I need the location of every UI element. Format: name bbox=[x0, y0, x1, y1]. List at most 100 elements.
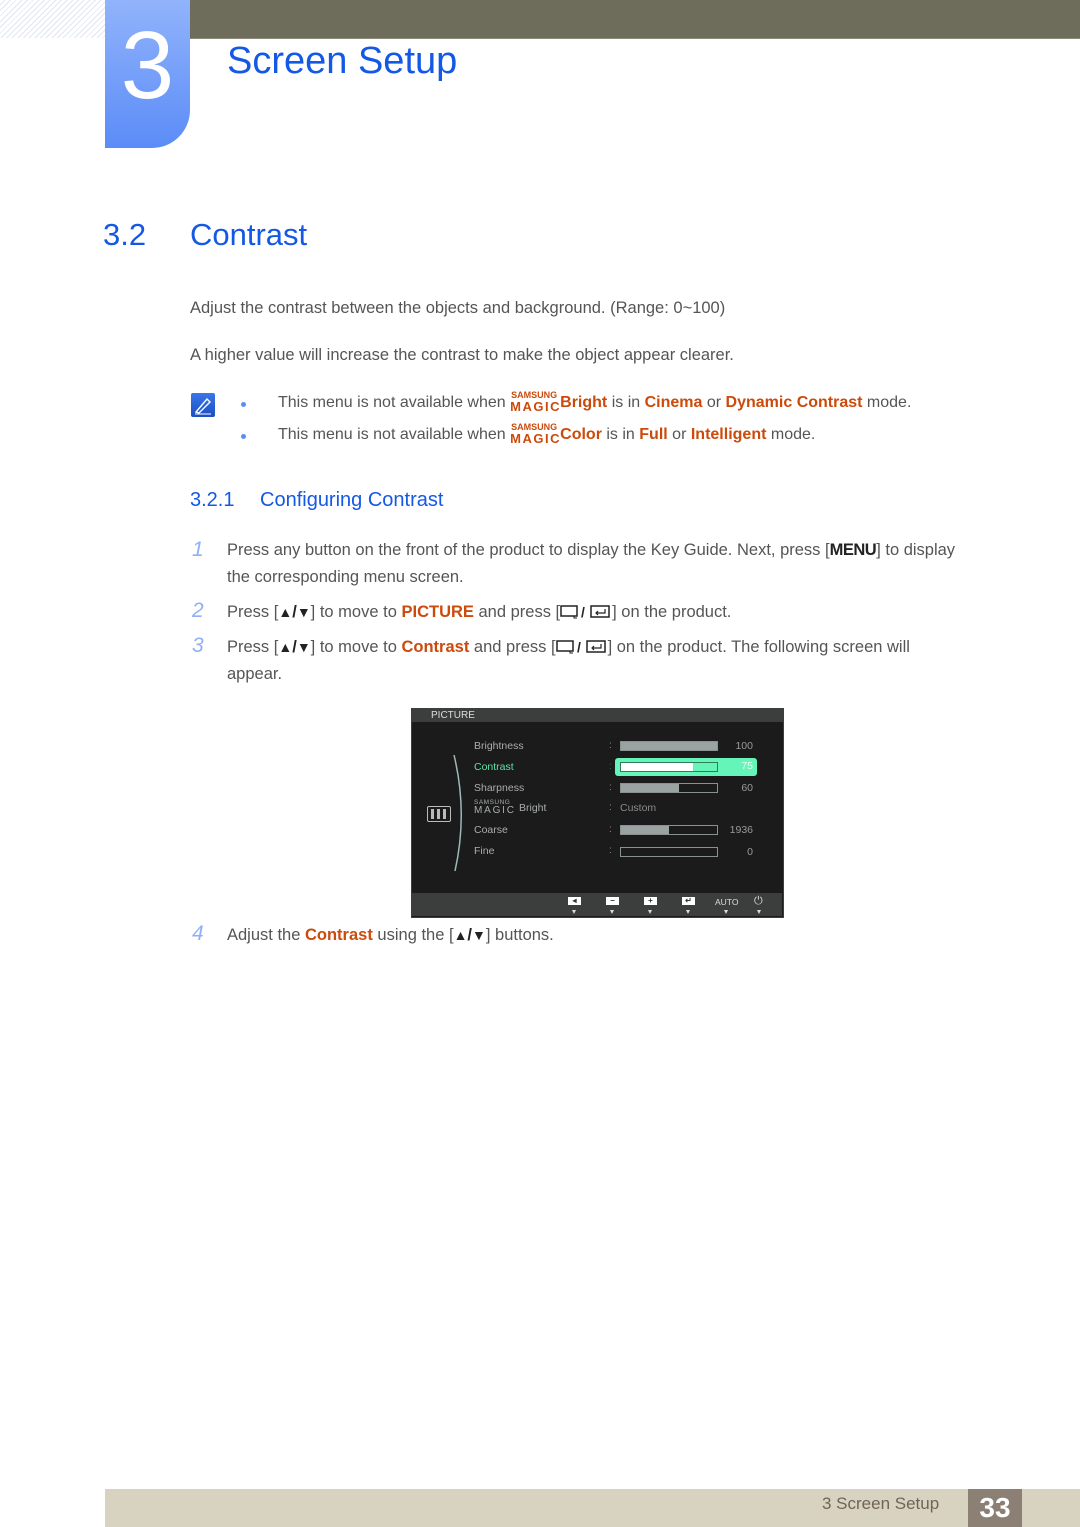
menu-key-label: MENU bbox=[829, 541, 877, 559]
down-arrow-icon: ▼ bbox=[296, 604, 311, 620]
osd-item-coarse: Coarse bbox=[474, 824, 508, 836]
step-text-part: ] on the product. bbox=[612, 603, 732, 621]
minus-icon: − bbox=[606, 897, 619, 905]
bullet-dot bbox=[241, 434, 246, 439]
osd-item-contrast: Contrast bbox=[474, 761, 514, 773]
left-arrow-icon: ◂ bbox=[568, 897, 581, 905]
osd-item-brightness: Brightness bbox=[474, 740, 524, 752]
section-title: Contrast bbox=[190, 217, 308, 252]
step-text: Press [▲ / ▼] to move to PICTURE and press… bbox=[227, 603, 731, 625]
picture-menu-icon bbox=[427, 806, 451, 822]
osd-colon: : bbox=[609, 824, 612, 835]
samsung-magic-logo: SAMSUNG MAGIC bbox=[510, 390, 561, 414]
down-arrow-icon: ▼ bbox=[296, 639, 311, 655]
up-arrow-icon: ▲ bbox=[453, 927, 468, 943]
step-text-part: and press [ bbox=[478, 603, 561, 621]
note-text: or bbox=[706, 394, 722, 411]
step-text-part: using the [ bbox=[377, 926, 454, 944]
up-arrow-icon: ▲ bbox=[278, 604, 293, 620]
svg-text:/: / bbox=[577, 639, 581, 655]
note-item: This menu is not available when SAMSUNG M… bbox=[278, 422, 816, 446]
step-text: Press [▲ / ▼] to move to Contrast and pres… bbox=[227, 638, 910, 660]
step-text-continued: the corresponding menu screen. bbox=[227, 568, 464, 586]
section-number: 3.2 bbox=[103, 217, 147, 252]
down-pointer-icon bbox=[686, 910, 690, 914]
power-icon: ⏻ bbox=[754, 895, 763, 907]
samsung-magic-logo: SAMSUNG MAGIC bbox=[510, 422, 561, 446]
source-enter-key-icon: / bbox=[560, 604, 612, 625]
bar-fill bbox=[621, 826, 669, 834]
sharpness-bar bbox=[620, 783, 718, 793]
step-text-continued: appear. bbox=[227, 665, 283, 683]
mode-name: Full bbox=[639, 426, 668, 443]
note-text: This menu is not available when bbox=[278, 426, 506, 443]
osd-colon: : bbox=[609, 761, 612, 772]
bar-fill bbox=[621, 763, 693, 771]
svg-text:/: / bbox=[581, 604, 585, 620]
fine-bar bbox=[620, 847, 718, 857]
fine-value: 0 bbox=[747, 846, 753, 858]
osd-arc-decoration bbox=[453, 754, 462, 872]
step-text-part: ] to move to bbox=[310, 638, 397, 656]
brightness-bar bbox=[620, 741, 718, 751]
page-number: 33 bbox=[968, 1489, 1022, 1527]
magic-bright-value: Custom bbox=[620, 802, 657, 814]
note-text: or bbox=[672, 426, 687, 443]
header-bar bbox=[190, 0, 1080, 39]
note-text: mode. bbox=[866, 394, 912, 411]
osd-item-sharpness: Sharpness bbox=[474, 782, 525, 794]
feature-name: Color bbox=[560, 426, 602, 443]
subsection-number: 3.2.1 bbox=[190, 489, 235, 511]
footer-section-label: 3 Screen Setup bbox=[822, 1494, 940, 1513]
osd-item-fine: Fine bbox=[474, 845, 495, 857]
magic-big-text: MAGIC bbox=[474, 805, 516, 816]
down-arrow-icon: ▼ bbox=[472, 927, 486, 943]
brightness-value: 100 bbox=[735, 740, 753, 752]
mode-name: Dynamic Contrast bbox=[725, 394, 863, 411]
up-arrow-icon: ▲ bbox=[278, 639, 293, 655]
description-paragraph: A higher value will increase the contras… bbox=[190, 346, 734, 364]
contrast-value: 75 bbox=[741, 760, 753, 772]
chapter-title: Screen Setup bbox=[227, 40, 458, 82]
down-pointer-icon bbox=[610, 910, 614, 914]
sharpness-value: 60 bbox=[741, 782, 753, 794]
step-number: 4 bbox=[192, 922, 204, 945]
magic-big-text: MAGIC bbox=[510, 399, 561, 414]
down-pointer-icon bbox=[648, 910, 652, 914]
feature-name: Bright bbox=[560, 394, 608, 411]
menu-target: PICTURE bbox=[401, 603, 474, 621]
coarse-bar bbox=[620, 825, 718, 835]
note-text: This menu is not available when bbox=[278, 394, 506, 411]
contrast-bar bbox=[620, 762, 718, 772]
note-pencil-icon bbox=[191, 393, 215, 417]
note-text: is in bbox=[611, 394, 641, 411]
step-text-part: and press [ bbox=[473, 638, 556, 656]
down-pointer-icon bbox=[572, 910, 576, 914]
bar-fill bbox=[621, 784, 679, 792]
chapter-badge: 3 bbox=[105, 0, 190, 148]
step-text: Adjust the Contrast using the [▲/▼] butt… bbox=[227, 926, 554, 945]
menu-target: Contrast bbox=[401, 638, 470, 656]
mode-name: Cinema bbox=[644, 394, 703, 411]
source-enter-key-icon: / bbox=[555, 639, 608, 660]
down-pointer-icon bbox=[757, 910, 761, 914]
note-item: This menu is not available when SAMSUNG M… bbox=[278, 390, 912, 414]
osd-colon: : bbox=[609, 845, 612, 856]
coarse-value: 1936 bbox=[729, 824, 753, 836]
osd-colon: : bbox=[609, 782, 612, 793]
step-text-part: ] buttons. bbox=[485, 926, 554, 944]
enter-icon: ↵ bbox=[682, 897, 695, 905]
step-text-part: Adjust the bbox=[227, 926, 301, 944]
step-text-part: ] to move to bbox=[310, 603, 397, 621]
bullet-dot bbox=[241, 402, 246, 407]
intro-paragraph: Adjust the contrast between the objects … bbox=[190, 299, 726, 317]
step-text-part: ] on the product. The following screen w… bbox=[607, 638, 910, 656]
step-text-part: Press any button on the front of the pro… bbox=[227, 541, 830, 559]
osd-title: PICTURE bbox=[431, 710, 475, 721]
step-text: Press any button on the front of the pro… bbox=[227, 541, 955, 560]
magic-big-text: MAGIC bbox=[510, 431, 561, 446]
header-hatch-decoration bbox=[0, 0, 105, 38]
chapter-number: 3 bbox=[120, 12, 175, 119]
note-text: mode. bbox=[770, 426, 816, 443]
bar-fill bbox=[621, 742, 717, 750]
